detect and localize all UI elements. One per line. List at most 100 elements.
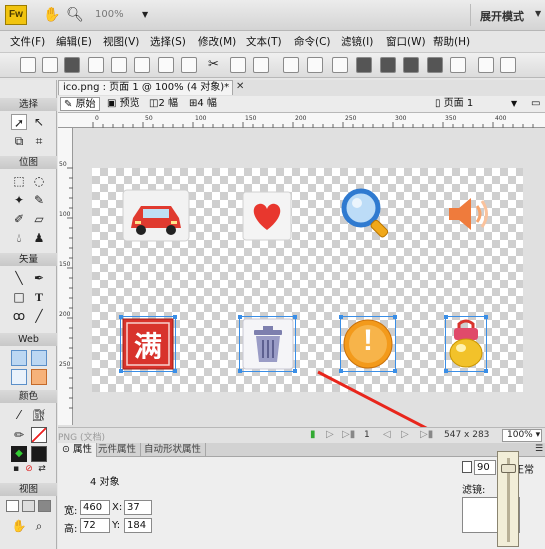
view-preview[interactable]: ▣ 预览 — [104, 97, 143, 111]
hand-icon[interactable]: ✋ — [43, 6, 61, 24]
frame-end-icon[interactable]: ▷▮ — [420, 429, 433, 440]
show-slices-icon[interactable] — [31, 369, 47, 385]
menu-view[interactable]: 视图(V) — [103, 34, 139, 49]
swap-colors-icon[interactable]: ⇄ — [37, 464, 47, 474]
redo-icon[interactable] — [181, 57, 197, 73]
brush-tool-icon[interactable]: ✎ — [31, 192, 47, 208]
default-colors-icon[interactable]: ▪ — [11, 464, 21, 474]
frame-last-icon[interactable]: ▷▮ — [342, 429, 355, 440]
zoom-dropdown-icon[interactable]: ▼ — [142, 10, 148, 19]
warning-icon[interactable]: ! — [342, 318, 394, 370]
menu-help[interactable]: 帮助(H) — [433, 34, 470, 49]
menu-window[interactable]: 窗口(W) — [386, 34, 426, 49]
print-icon[interactable] — [134, 57, 150, 73]
tab-symbol-properties[interactable]: 元件属性 — [94, 443, 142, 457]
view-4up[interactable]: ⊞4 幅 — [186, 97, 220, 111]
rubber-stamp-tool-icon[interactable]: ♟ — [31, 230, 47, 246]
menu-commands[interactable]: 命令(C) — [294, 34, 331, 49]
import-icon[interactable] — [88, 57, 104, 73]
line-tool-icon[interactable]: ╲ — [11, 270, 27, 286]
eyedropper-tool-icon[interactable]: ⁄ — [11, 407, 27, 423]
pencil-tool-icon[interactable]: ✐ — [11, 211, 27, 227]
paint-bucket-tool-icon[interactable]: ⛽︎ — [31, 407, 47, 423]
chevron-down-icon[interactable]: ▼ — [535, 9, 541, 18]
opacity-slider[interactable] — [497, 451, 519, 547]
copy-icon[interactable] — [230, 57, 246, 73]
workspace-mode[interactable]: 展开模式 — [480, 8, 524, 24]
y-field[interactable]: 184 — [124, 518, 152, 533]
text-tool-icon[interactable]: T — [31, 289, 47, 305]
menu-file[interactable]: 文件(F) — [10, 34, 45, 49]
bag-icon[interactable] — [447, 318, 485, 370]
group-icon[interactable] — [283, 57, 299, 73]
menu-modify[interactable]: 修改(M) — [198, 34, 236, 49]
frame-prev-icon[interactable]: ◁ — [383, 429, 391, 440]
width-field[interactable]: 460 — [80, 500, 110, 515]
zoom-select[interactable]: 100% ▾ — [502, 429, 542, 442]
ungroup-icon[interactable] — [307, 57, 323, 73]
undo-icon[interactable] — [158, 57, 174, 73]
stroke-color-icon[interactable]: ✏ — [11, 427, 27, 443]
menu-edit[interactable]: 编辑(E) — [56, 34, 92, 49]
cut-icon[interactable]: ✂ — [208, 57, 219, 72]
scale-tool-icon[interactable]: ⧉ — [11, 133, 27, 149]
car-icon[interactable] — [121, 188, 191, 243]
open-icon[interactable] — [42, 57, 58, 73]
align-icon[interactable] — [500, 57, 516, 73]
speaker-icon[interactable] — [443, 188, 495, 240]
zoom-icon[interactable]: 🔍︎ — [66, 6, 84, 24]
opacity-field[interactable]: 90 — [474, 460, 496, 475]
bring-to-front-icon[interactable] — [403, 57, 419, 73]
zoom-tool-icon[interactable]: ⌕ — [31, 518, 47, 534]
send-to-back-icon[interactable] — [450, 57, 466, 73]
full-screen-mode-icon[interactable] — [38, 500, 51, 512]
lasso-tool-icon[interactable]: ◌ — [31, 173, 47, 189]
tab-autoshape-properties[interactable]: 自动形状属性 — [140, 443, 207, 457]
standard-screen-mode-icon[interactable] — [6, 500, 19, 512]
page-selector[interactable]: ▯ 页面 1 — [432, 97, 476, 111]
pointer-tool-icon[interactable]: ➚ — [11, 114, 27, 130]
export-icon[interactable] — [111, 57, 127, 73]
rectangle-tool-icon[interactable]: □ — [11, 289, 27, 305]
x-field[interactable]: 37 — [124, 500, 152, 515]
stroke-swatch[interactable] — [31, 427, 47, 443]
hand-tool-icon[interactable]: ✋ — [11, 518, 27, 534]
opacity-slider-thumb[interactable] — [501, 464, 516, 473]
send-backward-icon[interactable] — [427, 57, 443, 73]
menu-text[interactable]: 文本(T) — [246, 34, 282, 49]
full-sign-icon[interactable]: 满 — [122, 318, 174, 370]
panel-menu-icon[interactable]: ☰ — [535, 444, 543, 454]
join-icon[interactable] — [332, 57, 348, 73]
height-field[interactable]: 72 — [80, 518, 110, 533]
no-color-icon[interactable]: ⊘ — [24, 464, 34, 474]
new-document-icon[interactable] — [20, 57, 36, 73]
page-dropdown-icon[interactable]: ▼ — [508, 97, 520, 111]
pen-tool-icon[interactable]: ✒ — [31, 270, 47, 286]
magnifier-icon[interactable] — [339, 186, 395, 242]
page-options-icon[interactable]: ▭ — [528, 97, 543, 111]
freeform-tool-icon[interactable]: ꝏ — [11, 308, 27, 324]
save-icon[interactable] — [64, 57, 80, 73]
fill-color-icon[interactable]: ◆ — [11, 446, 27, 462]
frame-first-icon[interactable]: ▮ — [310, 429, 316, 440]
menu-filters[interactable]: 滤镜(I) — [341, 34, 373, 49]
slice-tool-icon[interactable] — [31, 350, 47, 366]
subselect-tool-icon[interactable]: ↖ — [31, 114, 47, 130]
bring-forward-icon[interactable] — [380, 57, 396, 73]
menu-screen-mode-icon[interactable] — [22, 500, 35, 512]
blur-tool-icon[interactable]: 💧︎ — [11, 230, 27, 246]
view-original[interactable]: ✎ 原始 — [60, 97, 100, 111]
menu-select[interactable]: 选择(S) — [150, 34, 186, 49]
heart-icon[interactable] — [241, 190, 293, 242]
trash-icon[interactable] — [242, 318, 294, 370]
magic-wand-tool-icon[interactable]: ✦ — [11, 192, 27, 208]
marquee-tool-icon[interactable]: ⬚ — [11, 173, 27, 189]
hotspot-tool-icon[interactable] — [11, 350, 27, 366]
close-icon[interactable]: ✕ — [236, 81, 244, 92]
tab-properties[interactable]: ⊙ 属性 — [58, 443, 97, 457]
frame-next-icon[interactable]: ▷ — [401, 429, 409, 440]
frame-play-icon[interactable]: ▷ — [326, 429, 334, 440]
document-tab[interactable]: ico.png : 页面 1 @ 100% (4 对象)* — [58, 80, 233, 95]
split-icon[interactable] — [356, 57, 372, 73]
paste-icon[interactable] — [253, 57, 269, 73]
